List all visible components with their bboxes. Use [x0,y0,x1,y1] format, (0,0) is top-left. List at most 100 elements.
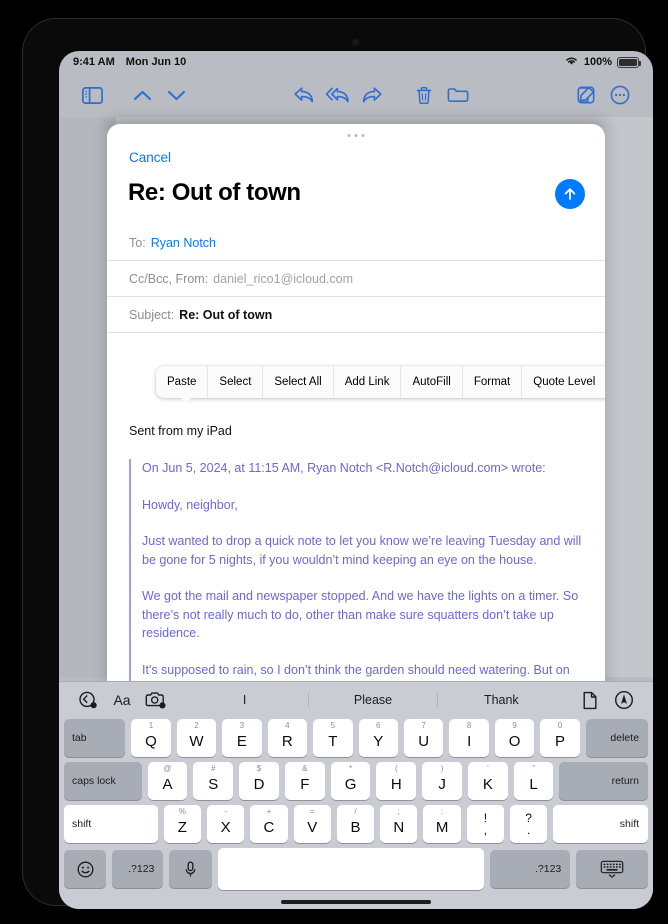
home-indicator[interactable] [281,900,431,904]
chevron-up-icon[interactable] [125,80,159,110]
key-j[interactable]: ) J [422,762,462,800]
to-field-row[interactable]: To: Ryan Notch [107,225,605,261]
emoji-key[interactable] [64,850,107,888]
reply-icon[interactable] [287,80,321,110]
tab-key[interactable]: tab [64,719,126,757]
key-s[interactable]: # S [193,762,234,800]
key-l[interactable]: ” L [513,762,554,800]
dictation-key[interactable] [169,850,212,888]
context-menu-item-add-link[interactable]: Add Link [334,366,402,398]
key-e[interactable]: 3E [222,719,262,757]
from-field-value[interactable]: daniel_rico1@icloud.com [213,272,353,286]
compose-title: Re: Out of town [128,179,301,206]
key-o-alt-label: 9 [512,721,517,730]
key-question-period[interactable]: ?. [510,805,548,843]
return-key[interactable]: return [559,762,649,800]
trash-icon[interactable] [407,80,441,110]
shift-left-key-label: shift [72,818,92,830]
key-u[interactable]: 7U [403,719,444,757]
key-x-label: X [220,819,231,836]
document-insert-icon[interactable] [573,686,607,714]
numbers-left-key[interactable]: .?123 [112,850,164,888]
quote-paragraph: On Jun 5, 2024, at 11:15 AM, Ryan Notch … [142,461,546,475]
key-s-alt-label: # [211,764,216,773]
key-c[interactable]: + C [250,805,288,843]
format-undo-icon[interactable] [71,686,105,714]
key-m[interactable]: :M [423,805,461,843]
key-h-label: H [390,776,402,793]
prediction-candidate-1[interactable]: I [181,693,310,707]
key-h[interactable]: (H [376,762,417,800]
key-k-alt-label: ’ [486,764,489,773]
key-t-alt-label: 5 [330,721,336,730]
message-body[interactable]: Sent from my iPad On Jun 5, 2024, at 11:… [107,424,605,697]
device-bezel: 9:41 AM Mon Jun 10 100% Cancel Re: Out o… [22,18,653,909]
camera-insert-icon[interactable] [139,686,173,714]
battery-percent: 100% [583,56,612,68]
sheet-grabber-icon[interactable] [347,134,365,137]
dismiss-keyboard-key[interactable] [576,850,648,888]
key-k[interactable]: ’ K [467,762,508,800]
prediction-candidate-3[interactable]: Thank [438,693,565,707]
context-menu-item-select[interactable]: Select [208,366,264,398]
cc-field-label: Cc/Bcc, From: [129,271,209,286]
sidebar-toggle-icon[interactable] [75,80,109,110]
compose-icon[interactable] [569,80,603,110]
key-b[interactable]: / B [336,805,375,843]
key-o[interactable]: 9O [494,719,535,757]
markup-pen-icon[interactable] [607,686,641,714]
key-e-label: E [236,733,247,750]
to-field-value[interactable]: Ryan Notch [151,236,216,250]
key-n-label: N [393,819,405,836]
subject-field-label: Subject: [129,307,175,322]
chevron-down-icon[interactable] [159,80,193,110]
cancel-button[interactable]: Cancel [129,150,171,165]
key-p[interactable]: 0P [540,719,580,757]
key-m-label: M [435,819,449,836]
forward-icon[interactable] [355,80,389,110]
key-exclaim-comma-bottom-label: , [483,823,488,837]
key-r[interactable]: 4R [267,719,308,757]
key-n[interactable]: ; N [380,805,418,843]
reply-all-icon[interactable] [321,80,355,110]
folder-icon[interactable] [441,80,475,110]
key-d-label: D [253,776,265,793]
cc-bcc-from-field-row[interactable]: Cc/Bcc, From: daniel_rico1@icloud.com [107,261,605,297]
caps-lock-key-label: caps lock [72,775,116,787]
key-r-alt-label: 4 [285,721,290,730]
signature-text: Sent from my iPad [129,424,232,438]
subject-field-row[interactable]: Subject: Re: Out of town [107,297,605,333]
key-w[interactable]: 2W [176,719,217,757]
subject-field-value[interactable]: Re: Out of town [179,308,272,322]
text-style-aa-icon[interactable]: Aa [105,686,139,714]
key-a[interactable]: @ A [147,762,188,800]
more-options-icon[interactable] [603,80,637,110]
status-time: 9:41 AM [73,56,115,68]
key-x[interactable]: -X [207,805,245,843]
context-menu-item-quote-level[interactable]: Quote Level [522,366,605,398]
key-y[interactable]: 6Y [358,719,398,757]
context-menu-item-select-all[interactable]: Select All [263,366,334,398]
shift-right-key[interactable]: shift [553,805,649,843]
delete-key[interactable]: delete [585,719,649,757]
key-exclaim-comma[interactable]: !, [466,805,504,843]
key-w-alt-label: 2 [194,721,199,730]
key-t[interactable]: 5T [313,719,353,757]
prediction-candidate-2[interactable]: Please [309,693,438,707]
space-key[interactable] [217,848,484,890]
key-g[interactable]: * G [330,762,371,800]
caps-lock-key[interactable]: caps lock [64,762,142,800]
numbers-right-key[interactable]: .?123 [489,850,571,888]
key-q[interactable]: 1Q [131,719,171,757]
key-f[interactable]: & F [284,762,325,800]
key-z[interactable]: % Z [163,805,202,843]
send-button[interactable] [555,179,585,209]
context-menu-item-paste[interactable]: Paste [156,366,209,398]
key-i[interactable]: 8I [449,719,489,757]
key-v[interactable]: = V [293,805,331,843]
context-menu-item-autofill[interactable]: AutoFill [401,366,463,398]
context-menu-item-format[interactable]: Format [463,366,523,398]
shift-left-key[interactable]: shift [64,805,158,843]
key-d[interactable]: $ D [239,762,279,800]
key-m-alt-label: : [440,807,444,816]
